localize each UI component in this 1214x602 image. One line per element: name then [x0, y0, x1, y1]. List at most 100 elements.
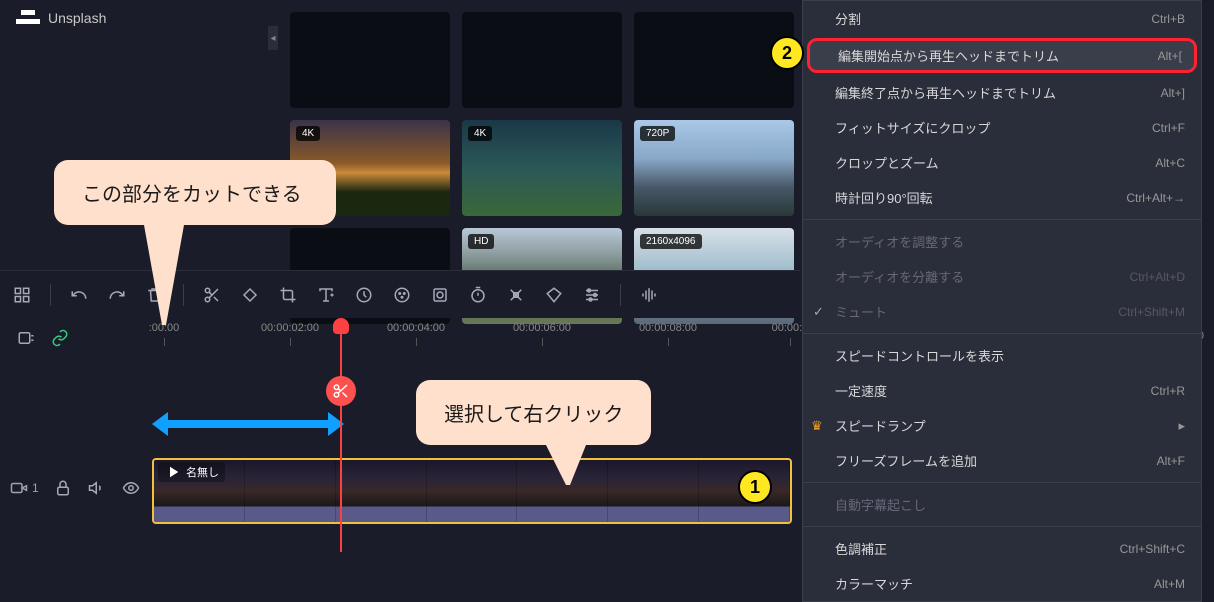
- media-thumb[interactable]: [290, 12, 450, 108]
- annotation-callout: 選択して右クリック: [416, 380, 651, 445]
- playhead[interactable]: [340, 322, 342, 552]
- menu-show-speed-control[interactable]: スピードコントロールを表示: [803, 338, 1201, 373]
- toolbar-separator: [620, 284, 621, 306]
- add-track-icon[interactable]: [16, 328, 36, 348]
- audio-icon[interactable]: [639, 285, 659, 305]
- collapse-handle[interactable]: ◂: [268, 26, 278, 50]
- resolution-badge: 4K: [468, 126, 492, 141]
- keyframe-icon[interactable]: [506, 285, 526, 305]
- menu-label: 色調補正: [835, 539, 887, 558]
- chroma-icon[interactable]: [430, 285, 450, 305]
- badge-number: 2: [782, 43, 792, 64]
- annotation-callout: この部分をカットできる: [54, 160, 336, 225]
- resolution-badge: 720P: [640, 126, 675, 141]
- menu-shortcut: Alt+M: [1154, 577, 1185, 591]
- menu-label: スピードランプ: [835, 416, 926, 435]
- menu-detach-audio: オーディオを分離する Ctrl+Alt+D: [803, 259, 1201, 294]
- menu-shortcut: Alt+C: [1155, 156, 1185, 170]
- track-video-icon[interactable]: 1: [10, 479, 39, 497]
- menu-separator: [803, 526, 1201, 527]
- resolution-badge: HD: [468, 234, 494, 249]
- media-thumb[interactable]: 4K: [462, 120, 622, 216]
- callout-text: この部分をカットできる: [82, 184, 302, 206]
- menu-separator: [803, 482, 1201, 483]
- menu-shortcut: Ctrl+R: [1151, 384, 1185, 398]
- menu-shortcut: Ctrl+Shift+C: [1120, 542, 1185, 556]
- playhead-handle[interactable]: [333, 318, 349, 334]
- redo-icon[interactable]: [107, 285, 127, 305]
- menu-color-correction[interactable]: 色調補正 Ctrl+Shift+C: [803, 531, 1201, 566]
- media-thumb[interactable]: [634, 12, 794, 108]
- menu-trim-end-to-playhead[interactable]: 編集終了点から再生ヘッドまでトリム Alt+]: [803, 75, 1201, 110]
- menu-split[interactable]: 分割 Ctrl+B: [803, 1, 1201, 36]
- clip-name: 名無し: [186, 464, 219, 480]
- track-number: 1: [32, 481, 39, 495]
- menu-label: クロップとズーム: [835, 153, 939, 172]
- menu-trim-start-to-playhead[interactable]: 編集開始点から再生ヘッドまでトリム Alt+[: [807, 38, 1197, 73]
- menu-label: フィットサイズにクロップ: [835, 118, 990, 137]
- color-icon[interactable]: [392, 285, 412, 305]
- tag-icon[interactable]: [240, 285, 260, 305]
- menu-shortcut: Alt+[: [1158, 49, 1182, 63]
- lock-icon[interactable]: [53, 478, 73, 498]
- menu-crop-fit[interactable]: フィットサイズにクロップ Ctrl+F: [803, 110, 1201, 145]
- menu-color-match[interactable]: カラーマッチ Alt+M: [803, 566, 1201, 601]
- mute-icon[interactable]: [87, 478, 107, 498]
- menu-label: 分割: [835, 9, 861, 28]
- resolution-badge: 2160x4096: [640, 234, 702, 249]
- sidebar-item-label: Unsplash: [48, 10, 106, 26]
- menu-shortcut: Ctrl+Alt+D: [1130, 270, 1185, 284]
- mask-icon[interactable]: [544, 285, 564, 305]
- toolbar-separator: [50, 284, 51, 306]
- visibility-icon[interactable]: [121, 478, 141, 498]
- text-icon[interactable]: [316, 285, 336, 305]
- timeline-clip[interactable]: 名無し: [152, 458, 792, 524]
- menu-shortcut: Alt+F: [1157, 454, 1185, 468]
- menu-label: 編集開始点から再生ヘッドまでトリム: [838, 46, 1059, 65]
- track-controls: 1: [0, 478, 151, 498]
- menu-add-freeze-frame[interactable]: フリーズフレームを追加 Alt+F: [803, 443, 1201, 478]
- menu-auto-subtitle: 自動字幕起こし: [803, 487, 1201, 522]
- badge-number: 1: [750, 477, 760, 498]
- menu-separator: [803, 219, 1201, 220]
- timeline-controls: [0, 318, 130, 358]
- menu-shortcut: Alt+]: [1161, 86, 1185, 100]
- menu-shortcut: Ctrl+F: [1152, 121, 1185, 135]
- menu-mute: ✓ ミュート Ctrl+Shift+M: [803, 294, 1201, 329]
- menu-uniform-speed[interactable]: 一定速度 Ctrl+R: [803, 373, 1201, 408]
- grid-icon[interactable]: [12, 285, 32, 305]
- menu-shortcut: Ctrl+Shift+M: [1118, 305, 1185, 319]
- sidebar-item-unsplash[interactable]: Unsplash: [0, 0, 276, 36]
- link-icon[interactable]: [50, 328, 70, 348]
- menu-separator: [803, 333, 1201, 334]
- playhead-split-button[interactable]: [326, 376, 356, 406]
- menu-crop-zoom[interactable]: クロップとズーム Alt+C: [803, 145, 1201, 180]
- ruler-tick: 00:00:04:00: [376, 322, 456, 334]
- ruler-tick: 00:00:02:00: [250, 322, 330, 334]
- menu-shortcut: Ctrl+Alt+→: [1126, 191, 1185, 205]
- crop-icon[interactable]: [278, 285, 298, 305]
- resolution-badge: 4K: [296, 126, 320, 141]
- scissors-icon[interactable]: [202, 285, 222, 305]
- step-badge-1: 1: [738, 470, 772, 504]
- menu-speed-ramp[interactable]: ♛ スピードランプ ▸: [803, 408, 1201, 443]
- menu-label: オーディオを調整する: [835, 232, 964, 251]
- toolbar-separator: [183, 284, 184, 306]
- menu-label: ミュート: [835, 302, 887, 321]
- undo-icon[interactable]: [69, 285, 89, 305]
- media-thumb[interactable]: 720P: [634, 120, 794, 216]
- menu-label: 自動字幕起こし: [835, 495, 926, 514]
- clip-thumbnails: [154, 460, 790, 522]
- callout-text: 選択して右クリック: [444, 404, 623, 426]
- timeline-toolbar: [0, 270, 800, 318]
- menu-label: 時計回り90°回転: [835, 188, 933, 207]
- menu-shortcut: Ctrl+B: [1151, 12, 1185, 26]
- menu-rotate-90[interactable]: 時計回り90°回転 Ctrl+Alt+→: [803, 180, 1201, 215]
- timer-icon[interactable]: [468, 285, 488, 305]
- ruler-tick: 00:00:06:00: [502, 322, 582, 334]
- speed-icon[interactable]: [354, 285, 374, 305]
- media-thumb[interactable]: [462, 12, 622, 108]
- check-icon: ✓: [813, 304, 824, 320]
- ruler-tick: 00:00:08:00: [628, 322, 708, 334]
- adjust-icon[interactable]: [582, 285, 602, 305]
